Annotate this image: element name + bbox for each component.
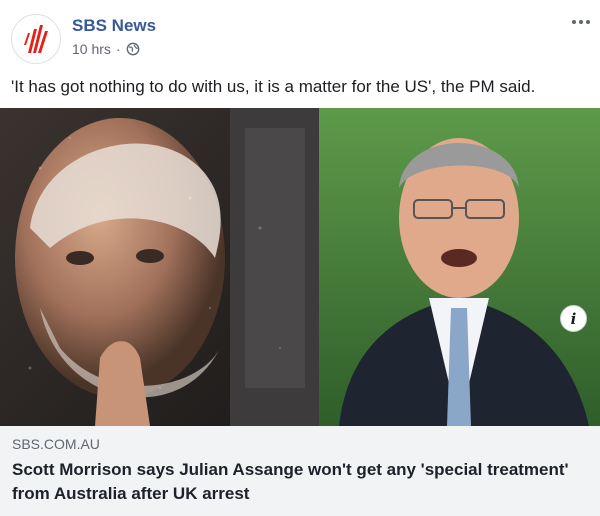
meta-separator: · <box>115 41 121 57</box>
photo-morrison <box>319 108 600 426</box>
facebook-post: SBS News 10 hrs · 'It has got nothing to… <box>0 0 600 516</box>
link-preview-box[interactable]: SBS.COM.AU Scott Morrison says Julian As… <box>0 426 600 516</box>
dot <box>586 20 590 24</box>
more-options-button[interactable] <box>568 12 594 32</box>
photo-assange <box>0 108 319 426</box>
morrison-illustration <box>319 108 600 426</box>
link-title[interactable]: Scott Morrison says Julian Assange won't… <box>12 458 588 506</box>
dot <box>572 20 576 24</box>
info-button[interactable]: i <box>560 305 587 332</box>
page-avatar[interactable] <box>11 14 61 64</box>
dot <box>579 20 583 24</box>
link-domain: SBS.COM.AU <box>12 436 100 452</box>
globe-icon[interactable] <box>126 42 140 56</box>
post-timestamp[interactable]: 10 hrs <box>72 41 111 57</box>
sbs-logo-icon <box>16 19 56 59</box>
link-preview-image[interactable] <box>0 108 600 426</box>
post-caption: 'It has got nothing to do with us, it is… <box>11 77 536 96</box>
page-name-link[interactable]: SBS News <box>72 16 156 36</box>
assange-illustration <box>0 108 319 426</box>
post-meta: 10 hrs · <box>72 41 140 57</box>
